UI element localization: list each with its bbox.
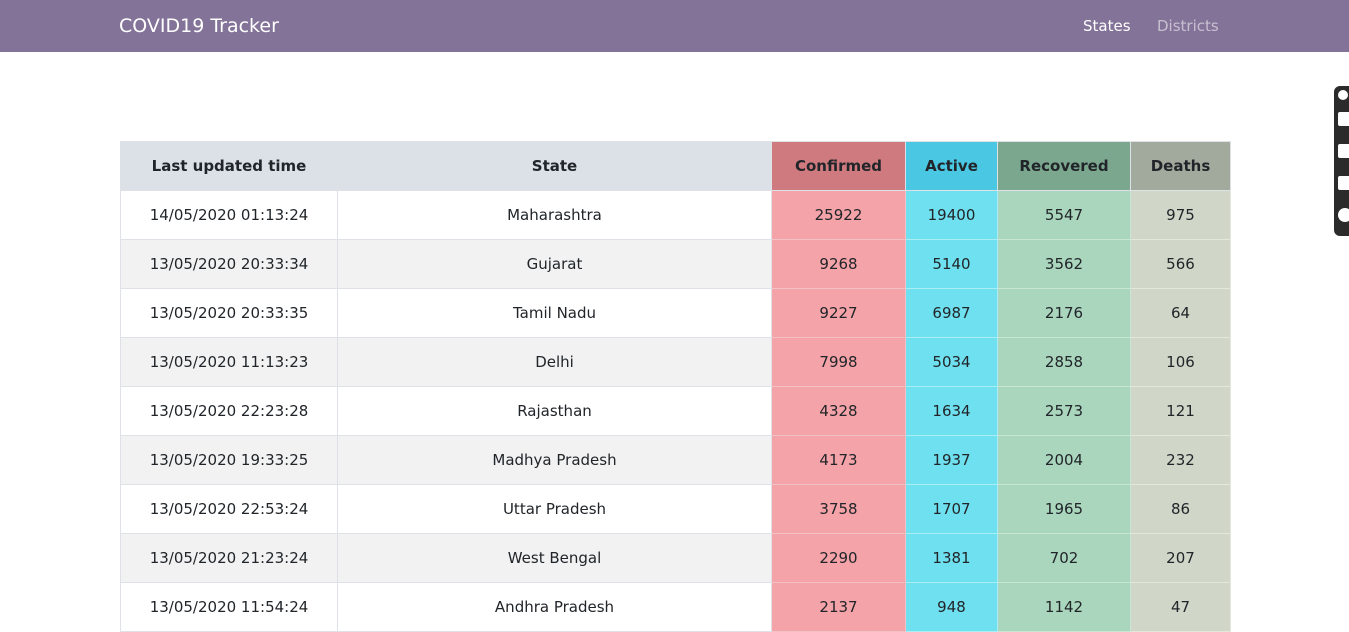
cell-active: 948 <box>905 582 998 632</box>
cell-recovered: 1965 <box>997 484 1131 534</box>
table-row: 13/05/2020 21:23:24 West Bengal 2290 138… <box>120 533 1231 583</box>
cell-time: 14/05/2020 01:13:24 <box>120 190 338 240</box>
cell-time: 13/05/2020 22:23:28 <box>120 386 338 436</box>
table-row: 13/05/2020 20:33:35 Tamil Nadu 9227 6987… <box>120 288 1231 338</box>
cell-time: 13/05/2020 20:33:34 <box>120 239 338 289</box>
table-row: 13/05/2020 22:53:24 Uttar Pradesh 3758 1… <box>120 484 1231 534</box>
cell-state: Tamil Nadu <box>337 288 772 338</box>
table-row: 14/05/2020 01:13:24 Maharashtra 25922 19… <box>120 190 1231 240</box>
cell-deaths: 232 <box>1130 435 1231 485</box>
states-table-container: Last updated time State Confirmed Active… <box>120 141 1231 632</box>
pin-icon[interactable] <box>1338 90 1348 100</box>
cell-deaths: 121 <box>1130 386 1231 436</box>
table-row: 13/05/2020 20:33:34 Gujarat 9268 5140 35… <box>120 239 1231 289</box>
cell-recovered: 3562 <box>997 239 1131 289</box>
cell-confirmed: 7998 <box>771 337 906 387</box>
window-icon[interactable] <box>1338 112 1349 126</box>
cell-deaths: 566 <box>1130 239 1231 289</box>
cell-confirmed: 9268 <box>771 239 906 289</box>
table-row: 13/05/2020 11:13:23 Delhi 7998 5034 2858… <box>120 337 1231 387</box>
header-state[interactable]: State <box>337 141 772 191</box>
cell-active: 1634 <box>905 386 998 436</box>
table-row: 13/05/2020 19:33:25 Madhya Pradesh 4173 … <box>120 435 1231 485</box>
cell-deaths: 106 <box>1130 337 1231 387</box>
cell-confirmed: 4173 <box>771 435 906 485</box>
cell-deaths: 47 <box>1130 582 1231 632</box>
cell-active: 1707 <box>905 484 998 534</box>
cell-recovered: 1142 <box>997 582 1131 632</box>
cell-state: Madhya Pradesh <box>337 435 772 485</box>
cell-recovered: 2573 <box>997 386 1131 436</box>
table-row: 13/05/2020 22:23:28 Rajasthan 4328 1634 … <box>120 386 1231 436</box>
cell-active: 6987 <box>905 288 998 338</box>
cell-state: Rajasthan <box>337 386 772 436</box>
cell-state: Andhra Pradesh <box>337 582 772 632</box>
cell-time: 13/05/2020 20:33:35 <box>120 288 338 338</box>
cell-recovered: 5547 <box>997 190 1131 240</box>
cell-active: 5034 <box>905 337 998 387</box>
cell-confirmed: 3758 <box>771 484 906 534</box>
cell-active: 5140 <box>905 239 998 289</box>
cell-confirmed: 2137 <box>771 582 906 632</box>
cell-state: West Bengal <box>337 533 772 583</box>
cell-recovered: 2858 <box>997 337 1131 387</box>
cell-time: 13/05/2020 22:53:24 <box>120 484 338 534</box>
cell-state: Maharashtra <box>337 190 772 240</box>
cell-deaths: 207 <box>1130 533 1231 583</box>
copy-icon[interactable] <box>1338 176 1349 190</box>
cell-state: Delhi <box>337 337 772 387</box>
cell-deaths: 975 <box>1130 190 1231 240</box>
square-icon[interactable] <box>1338 144 1349 158</box>
cell-deaths: 64 <box>1130 288 1231 338</box>
table-header-row: Last updated time State Confirmed Active… <box>120 141 1231 191</box>
side-toolbar <box>1334 86 1349 236</box>
cell-deaths: 86 <box>1130 484 1231 534</box>
nav-districts-link[interactable]: Districts <box>1157 16 1219 36</box>
cell-recovered: 702 <box>997 533 1131 583</box>
cell-active: 1937 <box>905 435 998 485</box>
cell-recovered: 2176 <box>997 288 1131 338</box>
table-row: 13/05/2020 11:54:24 Andhra Pradesh 2137 … <box>120 582 1231 632</box>
cell-state: Gujarat <box>337 239 772 289</box>
states-table: Last updated time State Confirmed Active… <box>120 141 1231 632</box>
cell-recovered: 2004 <box>997 435 1131 485</box>
header-active[interactable]: Active <box>905 141 998 191</box>
navbar: COVID19 Tracker States Districts <box>0 0 1349 52</box>
cell-active: 19400 <box>905 190 998 240</box>
cell-time: 13/05/2020 11:54:24 <box>120 582 338 632</box>
cell-time: 13/05/2020 21:23:24 <box>120 533 338 583</box>
cell-confirmed: 4328 <box>771 386 906 436</box>
header-recovered[interactable]: Recovered <box>997 141 1131 191</box>
cell-time: 13/05/2020 11:13:23 <box>120 337 338 387</box>
cell-confirmed: 25922 <box>771 190 906 240</box>
cell-active: 1381 <box>905 533 998 583</box>
cell-time: 13/05/2020 19:33:25 <box>120 435 338 485</box>
header-confirmed[interactable]: Confirmed <box>771 141 906 191</box>
brand-link[interactable]: COVID19 Tracker <box>119 13 279 39</box>
header-deaths[interactable]: Deaths <box>1130 141 1231 191</box>
cell-confirmed: 9227 <box>771 288 906 338</box>
header-last-updated[interactable]: Last updated time <box>120 141 338 191</box>
nav-states-link[interactable]: States <box>1083 16 1131 36</box>
cell-confirmed: 2290 <box>771 533 906 583</box>
cell-state: Uttar Pradesh <box>337 484 772 534</box>
gear-icon[interactable] <box>1338 208 1349 222</box>
